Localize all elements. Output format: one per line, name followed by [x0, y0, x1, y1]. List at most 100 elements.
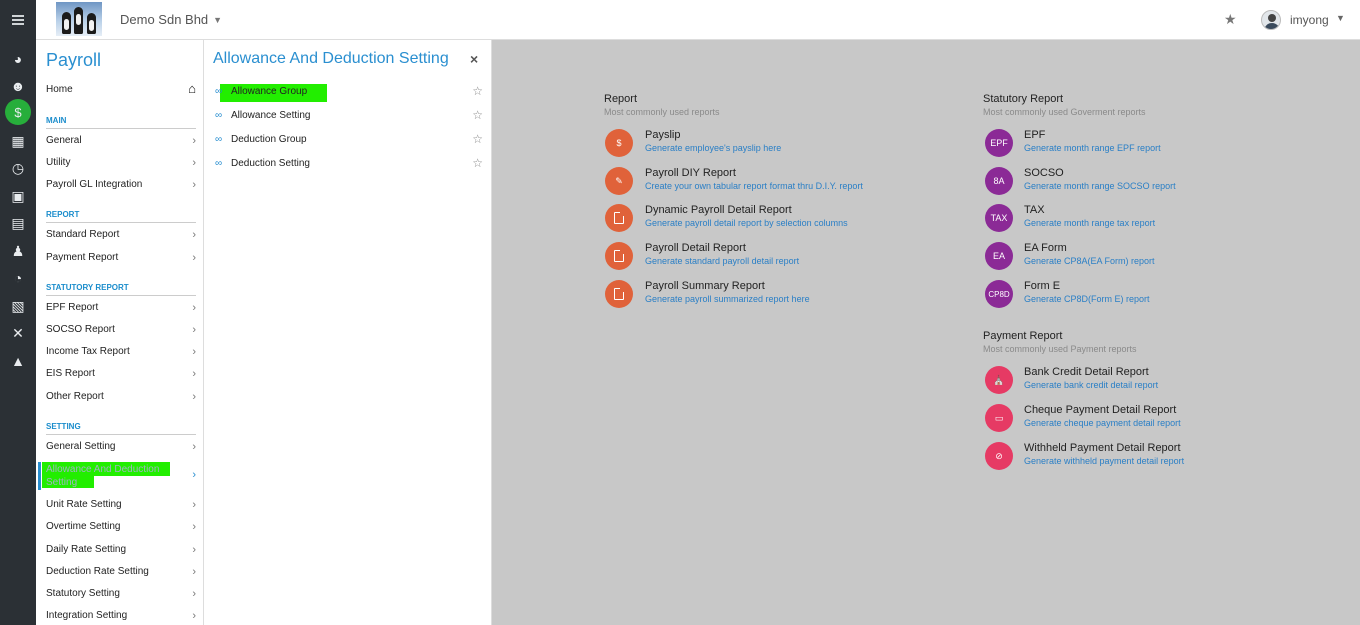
report-item-title[interactable]: Payroll Summary Report [645, 280, 765, 292]
menu-item-label: Statutory Setting [46, 588, 120, 599]
report-item-payroll-diy[interactable]: ✎ Payroll DIY Report Create your own tab… [605, 167, 905, 201]
menu-item-payroll-gl-integration[interactable]: Payroll GL Integration › [46, 179, 196, 191]
chevron-right-icon: › [192, 391, 196, 403]
report-item-title[interactable]: Dynamic Payroll Detail Report [645, 204, 792, 216]
users-icon[interactable]: ☻ [8, 76, 28, 96]
tools-icon[interactable]: ✕ [8, 323, 28, 343]
statutory-item-tax[interactable]: TAX TAX Generate month range tax report [985, 204, 1285, 238]
home-icon[interactable]: ⌂ [188, 81, 196, 96]
report-item-title[interactable]: Withheld Payment Detail Report [1024, 442, 1181, 454]
report-item-link[interactable]: Generate CP8A(EA Form) report [1024, 256, 1155, 266]
star-outline-icon[interactable]: ☆ [472, 132, 483, 146]
report-item-link[interactable]: Create your own tabular report format th… [645, 181, 863, 191]
menu-item-allowance-and-deduction-setting[interactable]: Allowance And Deduction Setting › [38, 462, 196, 490]
report-item-title[interactable]: Cheque Payment Detail Report [1024, 404, 1176, 416]
report-item-title[interactable]: SOCSO [1024, 167, 1064, 179]
menu-item-payment-report[interactable]: Payment Report › [46, 252, 196, 264]
report-item-link[interactable]: Generate month range tax report [1024, 218, 1155, 228]
report-item-dynamic-payroll-detail[interactable]: Dynamic Payroll Detail Report Generate p… [605, 204, 905, 238]
close-icon[interactable]: × [470, 51, 478, 67]
report-item-link[interactable]: Generate CP8D(Form E) report [1024, 294, 1150, 304]
panel-item-allowance-setting[interactable]: ∞ Allowance Setting ☆ [215, 108, 483, 125]
menu-item-socso-report[interactable]: SOCSO Report › [46, 324, 196, 336]
upload-icon[interactable]: ▲ [8, 351, 28, 371]
company-logo[interactable] [56, 2, 102, 36]
menu-item-epf-report[interactable]: EPF Report › [46, 302, 196, 314]
home-label: Home [46, 84, 73, 95]
statutory-item-socso[interactable]: 8A SOCSO Generate month range SOCSO repo… [985, 167, 1285, 201]
menu-item-general[interactable]: General › [46, 135, 196, 147]
clock-icon[interactable]: ◷ [8, 158, 28, 178]
menu-item-general-setting[interactable]: General Setting › [46, 441, 196, 453]
menu-item-income-tax-report[interactable]: Income Tax Report › [46, 346, 196, 358]
pie-chart-icon[interactable]: ◔ [8, 268, 28, 288]
panel-item-allowance-group[interactable]: ∞ Allowance Group ☆ [215, 84, 483, 102]
avatar[interactable] [1261, 10, 1281, 30]
calendar-icon[interactable]: ▦ [8, 131, 28, 151]
document-icon[interactable]: ▣ [8, 186, 28, 206]
report-item-title[interactable]: Payroll DIY Report [645, 167, 736, 179]
payment-item-withheld[interactable]: ⊘ Withheld Payment Detail Report Generat… [985, 442, 1285, 476]
user-tie-icon[interactable]: ♟ [8, 241, 28, 261]
report-item-payroll-detail[interactable]: Payroll Detail Report Generate standard … [605, 242, 905, 276]
report-item-link[interactable]: Generate withheld payment detail report [1024, 456, 1184, 466]
hamburger-menu-icon[interactable] [0, 0, 36, 40]
report-item-title[interactable]: Payroll Detail Report [645, 242, 746, 254]
report-item-link[interactable]: Generate month range EPF report [1024, 143, 1161, 153]
panel-item-deduction-setting[interactable]: ∞ Deduction Setting ☆ [215, 156, 483, 173]
menu-item-label: General Setting [46, 441, 116, 452]
menu-item-label: Allowance And Deduction Setting [46, 464, 160, 488]
star-outline-icon[interactable]: ☆ [472, 84, 483, 98]
chevron-right-icon: › [192, 252, 196, 264]
report-item-link[interactable]: Generate standard payroll detail report [645, 256, 799, 266]
panel-item-label: Deduction Setting [231, 158, 310, 169]
payment-item-cheque[interactable]: ▭ Cheque Payment Detail Report Generate … [985, 404, 1285, 438]
report-item-title[interactable]: Bank Credit Detail Report [1024, 366, 1149, 378]
payment-group-subtitle: Most commonly used Payment reports [983, 344, 1137, 354]
menu-item-statutory-setting[interactable]: Statutory Setting › [46, 588, 196, 600]
panel-item-deduction-group[interactable]: ∞ Deduction Group ☆ [215, 132, 483, 149]
menu-item-overtime-setting[interactable]: Overtime Setting › [46, 521, 196, 533]
report-item-payroll-summary[interactable]: Payroll Summary Report Generate payroll … [605, 280, 905, 314]
star-icon[interactable]: ★ [1224, 11, 1237, 28]
calendar-check-icon[interactable]: ▤ [8, 213, 28, 233]
menu-item-other-report[interactable]: Other Report › [46, 391, 196, 403]
statutory-group-subtitle: Most commonly used Goverment reports [983, 107, 1146, 117]
cheque-icon: ▭ [985, 404, 1013, 432]
menu-item-daily-rate-setting[interactable]: Daily Rate Setting › [46, 544, 196, 556]
statutory-item-ea-form[interactable]: EA EA Form Generate CP8A(EA Form) report [985, 242, 1285, 276]
payment-item-bank-credit[interactable]: ⛪ Bank Credit Detail Report Generate ban… [985, 366, 1285, 400]
username[interactable]: imyong [1290, 13, 1329, 27]
menu-item-standard-report[interactable]: Standard Report › [46, 229, 196, 241]
statutory-item-epf[interactable]: EPF EPF Generate month range EPF report [985, 129, 1285, 163]
menu-home[interactable]: Home ⌂ [46, 81, 196, 96]
menu-item-eis-report[interactable]: EIS Report › [46, 368, 196, 380]
menu-item-integration-setting[interactable]: Integration Setting › [46, 610, 196, 622]
report-item-title[interactable]: EPF [1024, 129, 1045, 141]
payroll-icon[interactable]: $ [5, 99, 31, 125]
chevron-right-icon: › [192, 544, 196, 556]
report-item-payslip[interactable]: $ Payslip Generate employee's payslip he… [605, 129, 905, 163]
menu-item-deduction-rate-setting[interactable]: Deduction Rate Setting › [46, 566, 196, 578]
menu-item-utility[interactable]: Utility › [46, 157, 196, 169]
chevron-right-icon: › [192, 157, 196, 169]
report-item-link[interactable]: Generate month range SOCSO report [1024, 181, 1176, 191]
star-outline-icon[interactable]: ☆ [472, 156, 483, 170]
report-item-link[interactable]: Generate employee's payslip here [645, 143, 781, 153]
report-item-title[interactable]: Payslip [645, 129, 680, 141]
report-item-link[interactable]: Generate payroll summarized report here [645, 294, 810, 304]
report-item-link[interactable]: Generate bank credit detail report [1024, 380, 1158, 390]
menu-item-unit-rate-setting[interactable]: Unit Rate Setting › [46, 499, 196, 511]
company-selector[interactable]: Demo Sdn Bhd ▼ [120, 12, 222, 27]
report-item-title[interactable]: EA Form [1024, 242, 1067, 254]
statutory-item-form-e[interactable]: CP8D Form E Generate CP8D(Form E) report [985, 280, 1285, 314]
report-item-title[interactable]: Form E [1024, 280, 1060, 292]
report-item-link[interactable]: Generate payroll detail report by select… [645, 218, 848, 228]
section-report: REPORT [46, 210, 196, 223]
report-item-title[interactable]: TAX [1024, 204, 1045, 216]
dashboard-icon[interactable]: ◕ [8, 49, 28, 69]
star-outline-icon[interactable]: ☆ [472, 108, 483, 122]
caret-down-icon[interactable]: ▼ [1336, 13, 1345, 23]
table-icon[interactable]: ▧ [8, 296, 28, 316]
report-item-link[interactable]: Generate cheque payment detail report [1024, 418, 1181, 428]
